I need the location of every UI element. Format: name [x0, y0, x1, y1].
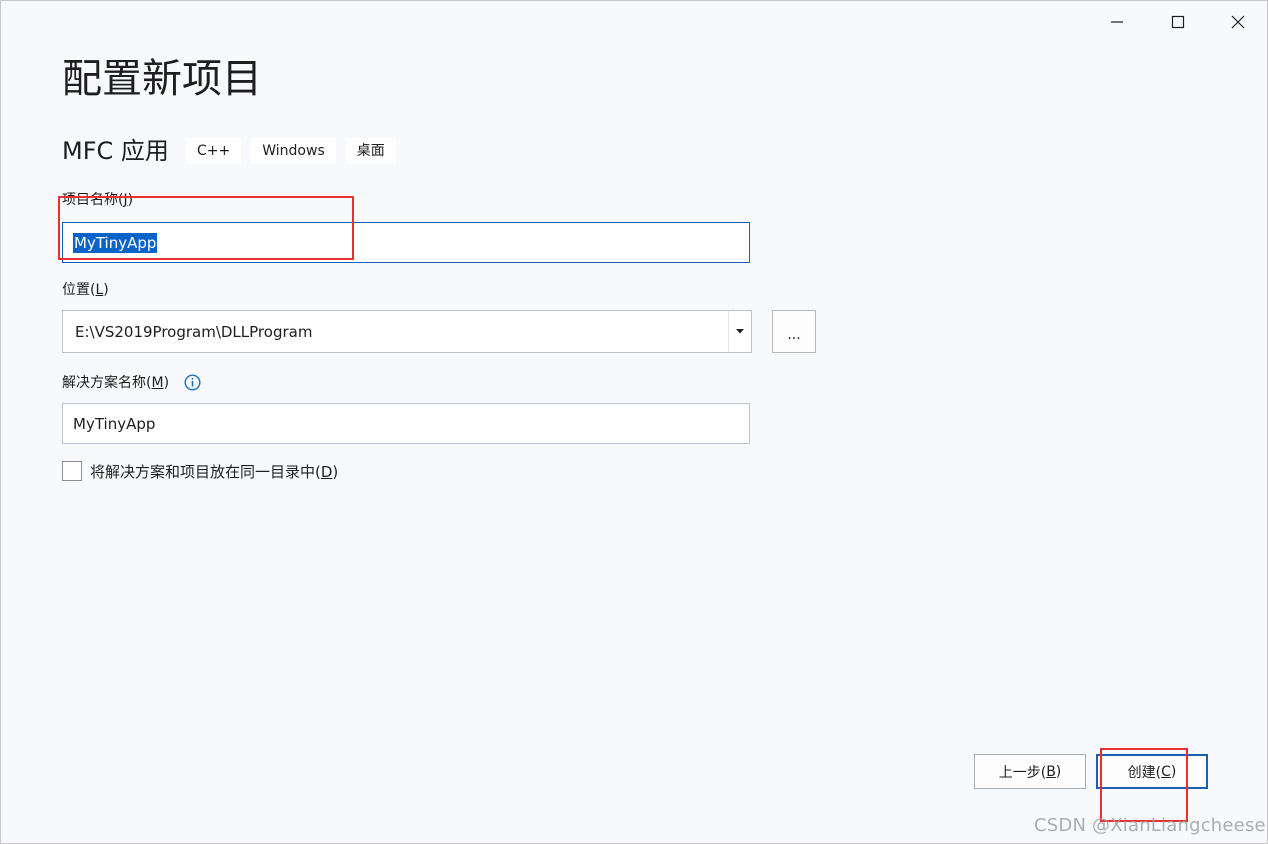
solution-name-input[interactable]: MyTinyApp: [62, 403, 750, 444]
same-directory-checkbox[interactable]: [62, 461, 82, 481]
tag-platform: Windows: [251, 138, 336, 164]
create-button[interactable]: 创建(C): [1096, 754, 1208, 789]
tag-list: C++ Windows 桌面: [186, 138, 396, 164]
solution-name-label: 解决方案名称(M): [62, 375, 170, 391]
close-icon[interactable]: [1217, 7, 1259, 37]
dialog-window: 配置新项目 MFC 应用 C++ Windows 桌面 项目名称(J) MyTi…: [0, 0, 1268, 844]
project-name-value: MyTinyApp: [73, 232, 158, 253]
tag-language: C++: [186, 138, 242, 164]
location-label: 位置(L): [62, 282, 109, 298]
location-value: E:\VS2019Program\DLLProgram: [75, 322, 313, 341]
browse-button[interactable]: ...: [772, 310, 816, 353]
project-type: MFC 应用: [62, 137, 169, 165]
project-name-label: 项目名称(J): [62, 192, 134, 208]
same-directory-label[interactable]: 将解决方案和项目放在同一目录中(D): [90, 462, 338, 482]
watermark: CSDN @XianLiangcheese: [1034, 815, 1266, 836]
maximize-icon[interactable]: [1157, 7, 1199, 37]
solution-name-value: MyTinyApp: [73, 414, 156, 433]
info-icon[interactable]: [184, 374, 201, 395]
page-title: 配置新项目: [62, 56, 262, 102]
minimize-icon[interactable]: [1096, 7, 1138, 37]
project-name-input[interactable]: MyTinyApp: [62, 222, 750, 263]
back-button[interactable]: 上一步(B): [974, 754, 1086, 789]
location-combobox[interactable]: E:\VS2019Program\DLLProgram: [62, 310, 752, 353]
dropdown-arrow-icon[interactable]: [728, 311, 751, 352]
tag-project-type: 桌面: [345, 138, 396, 164]
